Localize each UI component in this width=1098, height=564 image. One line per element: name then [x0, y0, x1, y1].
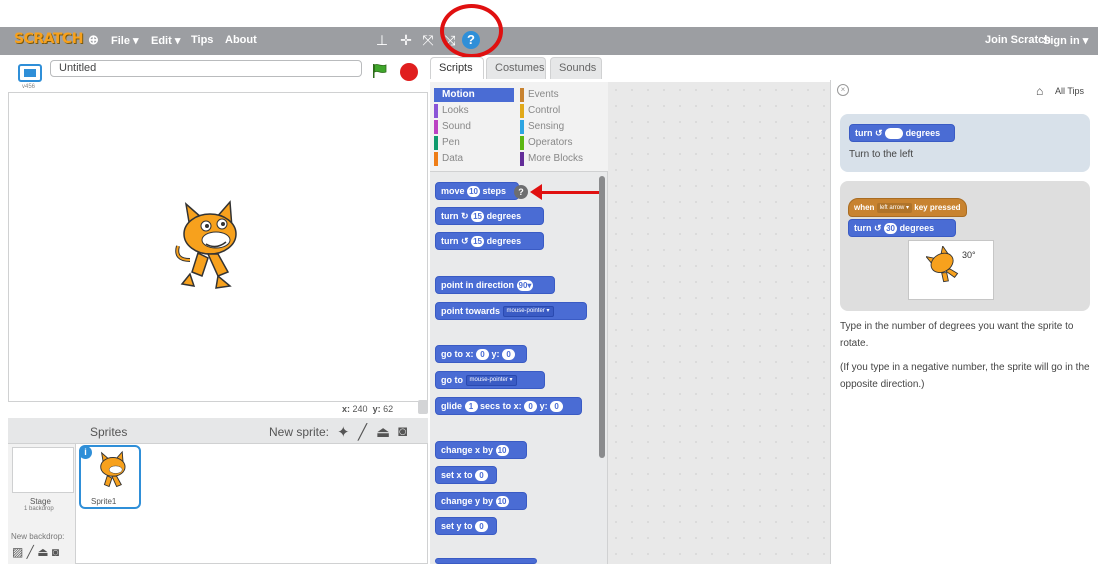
- block-point-towards[interactable]: point towards mouse-pointer ▾: [435, 302, 587, 320]
- block-set-x[interactable]: set x to 0: [435, 466, 497, 484]
- mouse-coords: x: 240 y: 62: [342, 404, 394, 414]
- scratch-logo[interactable]: SCRATCH: [14, 31, 83, 47]
- project-title-input[interactable]: Untitled: [50, 60, 362, 77]
- home-icon[interactable]: ⌂: [1036, 84, 1043, 98]
- block-move-steps[interactable]: move 10 steps: [435, 182, 519, 200]
- scratch-editor: SCRATCH ⊕ File ▾ Edit ▾ Tips About ⊥ ✛ ⤧…: [0, 0, 1098, 564]
- category-more-blocks[interactable]: More Blocks: [520, 152, 604, 166]
- category-pen[interactable]: Pen: [434, 136, 514, 150]
- new-backdrop-label: New backdrop:: [11, 532, 65, 541]
- backdrop-tools[interactable]: ▨ ╱ ⏏ ◙: [12, 545, 59, 559]
- paint-sprite-icon[interactable]: ╱: [358, 423, 367, 441]
- tip-hat-block: when left arrow ▾ key pressed: [848, 198, 967, 217]
- menu-tips[interactable]: Tips: [191, 34, 213, 46]
- globe-icon[interactable]: ⊕: [88, 32, 99, 48]
- annotation-arrow: [538, 191, 600, 194]
- tip-card-turn-left: [840, 114, 1090, 172]
- close-icon[interactable]: ×: [837, 84, 849, 96]
- tip-paragraph-1: Type in the number of degrees you want t…: [840, 321, 1074, 349]
- cat-sprite[interactable]: [168, 198, 244, 292]
- sprites-label: Sprites: [90, 425, 128, 439]
- menu-about[interactable]: About: [225, 34, 257, 46]
- category-sensing[interactable]: Sensing: [520, 120, 604, 134]
- green-flag-icon[interactable]: [372, 63, 388, 79]
- all-tips-link[interactable]: All Tips: [1055, 86, 1084, 96]
- tip-demo-angle: 30°: [962, 250, 976, 260]
- camera-sprite-icon[interactable]: ◙: [398, 423, 407, 440]
- block-change-y[interactable]: change y by 10: [435, 492, 527, 510]
- stage-thumbnail[interactable]: [12, 447, 74, 493]
- block-partial[interactable]: [435, 558, 537, 564]
- tab-sounds[interactable]: Sounds: [550, 57, 602, 79]
- tip-card-caption: Turn to the left: [849, 149, 914, 160]
- block-point-in-direction[interactable]: point in direction 90▾: [435, 276, 555, 294]
- block-turn-right[interactable]: turn ↻ 15 degrees: [435, 207, 544, 225]
- stage-collapse-handle[interactable]: [418, 400, 428, 414]
- sprite-cat-thumbnail: [100, 450, 126, 488]
- tip-block-turn-30: turn ↺ 30 degrees: [848, 219, 956, 237]
- tab-costumes[interactable]: Costumes: [486, 57, 546, 79]
- delete-icon[interactable]: ✛: [397, 31, 415, 49]
- block-help-icon[interactable]: ?: [514, 185, 528, 199]
- upload-sprite-icon[interactable]: ⏏: [376, 423, 390, 441]
- sprite-library-icon[interactable]: ✦: [337, 423, 350, 441]
- category-motion[interactable]: Motion: [434, 88, 514, 102]
- sprite-info-icon[interactable]: i: [79, 446, 92, 459]
- script-area[interactable]: [608, 82, 830, 564]
- highlight-circle: [440, 4, 503, 58]
- category-operators[interactable]: Operators: [520, 136, 604, 150]
- stage-name: Stage: [30, 497, 51, 506]
- block-turn-left[interactable]: turn ↺ 15 degrees: [435, 232, 544, 250]
- sprite-name: Sprite1: [91, 497, 117, 506]
- tab-scripts[interactable]: Scripts: [430, 57, 484, 79]
- join-scratch-link[interactable]: Join Scratch: [985, 34, 1051, 46]
- stage-backdrop-count: 1 backdrop: [24, 506, 54, 512]
- tip-demo-cat: [926, 246, 959, 283]
- block-go-to[interactable]: go to mouse-pointer ▾: [435, 371, 545, 389]
- duplicate-icon[interactable]: ⊥: [373, 31, 391, 49]
- new-sprite-label: New sprite:: [269, 425, 330, 439]
- block-set-y[interactable]: set y to 0: [435, 517, 497, 535]
- stage-size-icon[interactable]: [18, 64, 42, 82]
- menu-edit[interactable]: Edit ▾: [151, 34, 180, 47]
- category-sound[interactable]: Sound: [434, 120, 514, 134]
- tip-block-turn-left: turn ↺ degrees: [849, 124, 955, 142]
- category-looks[interactable]: Looks: [434, 104, 514, 118]
- annotation-arrow-head: [530, 184, 542, 200]
- version-label: v456: [22, 84, 36, 90]
- palette-scrollbar[interactable]: [599, 176, 605, 458]
- block-go-to-xy[interactable]: go to x: 0 y: 0: [435, 345, 527, 363]
- stop-button[interactable]: [400, 63, 418, 81]
- menu-file[interactable]: File ▾: [111, 34, 139, 47]
- block-change-x[interactable]: change x by 10: [435, 441, 527, 459]
- category-events[interactable]: Events: [520, 88, 604, 102]
- tip-paragraph-2: (If you type in a negative number, the s…: [840, 362, 1090, 390]
- category-data[interactable]: Data: [434, 152, 514, 166]
- category-control[interactable]: Control: [520, 104, 604, 118]
- grow-icon[interactable]: ⤧: [419, 31, 437, 49]
- block-glide[interactable]: glide 1 secs to x: 0 y: 0: [435, 397, 582, 415]
- menu-bar: SCRATCH ⊕ File ▾ Edit ▾ Tips About ⊥ ✛ ⤧…: [0, 27, 1098, 55]
- sign-in-link[interactable]: Sign in ▾: [1043, 34, 1088, 47]
